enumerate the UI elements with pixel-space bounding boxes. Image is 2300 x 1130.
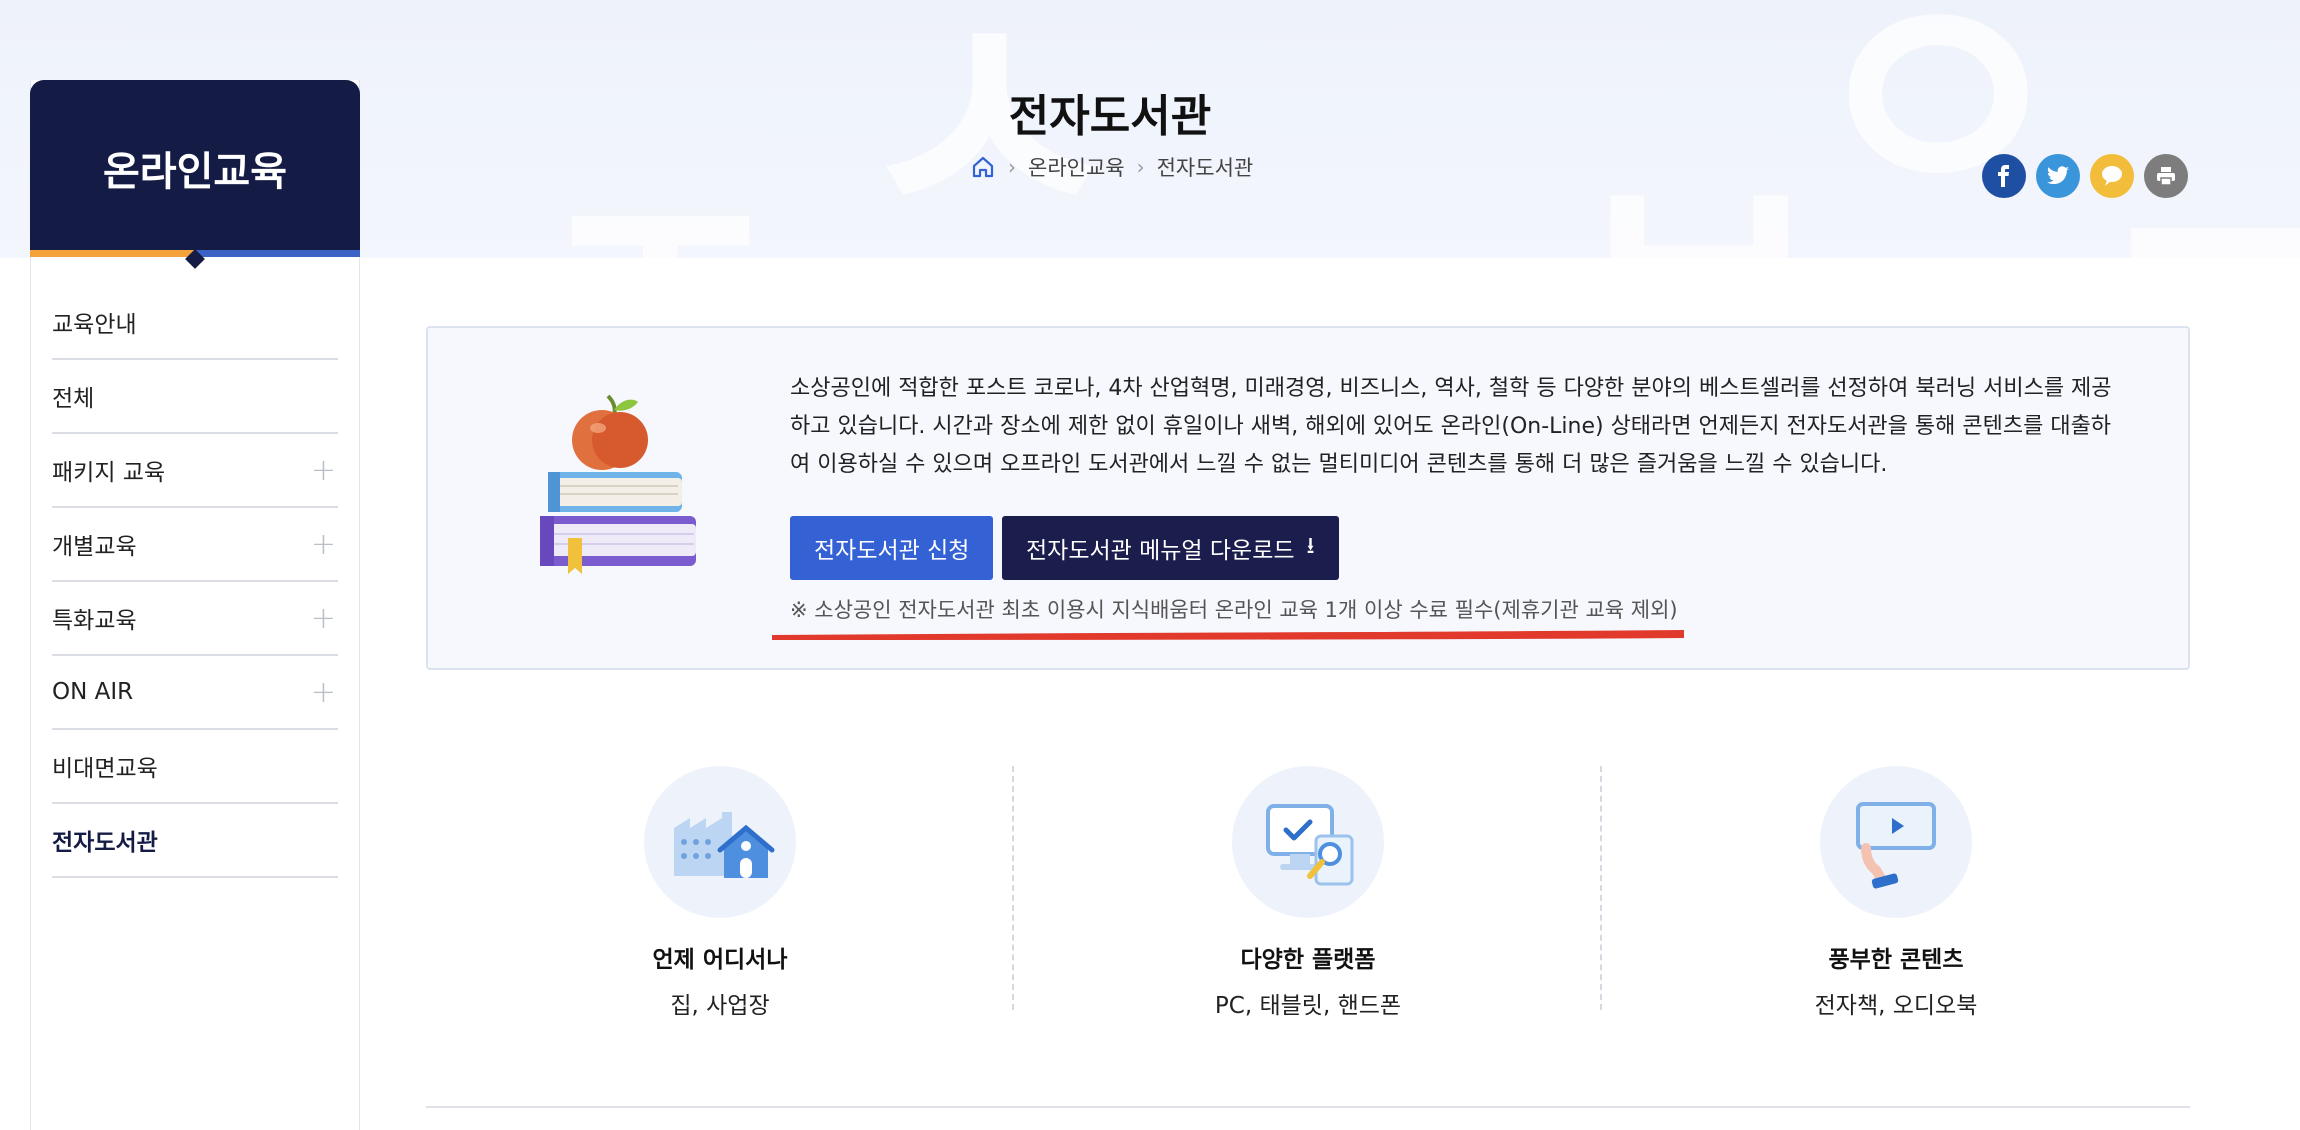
breadcrumb-item-current[interactable]: 전자도서관	[1157, 152, 1254, 182]
sidebar-item-label: ON AIR	[52, 679, 134, 705]
sidebar-item-on-air[interactable]: ON AIR +	[52, 656, 338, 730]
kakaotalk-icon[interactable]	[2090, 154, 2134, 198]
apply-e-library-button[interactable]: 전자도서관 신청	[790, 516, 994, 580]
sidebar-header: 온라인교육	[30, 80, 360, 256]
sidebar-item-education-guide[interactable]: 교육안내	[52, 286, 338, 360]
sidebar-item-untact[interactable]: 비대면교육	[52, 730, 338, 804]
watermark-glyph: ㅂ	[1560, 40, 1836, 258]
plus-icon[interactable]: +	[311, 527, 336, 562]
video-screen-icon	[1820, 766, 1972, 918]
red-highlight-underline	[772, 630, 1684, 640]
divider	[1012, 766, 1014, 1010]
sidebar-menu: 교육안내 전체 패키지 교육 + 개별교육 + 특화교육 + ON AIR + …	[52, 286, 338, 878]
feature-title: 풍부한 콘텐츠	[1828, 947, 1964, 973]
monitor-search-icon	[1232, 766, 1384, 918]
plus-icon[interactable]: +	[311, 453, 336, 488]
sidebar-title: 온라인교육	[103, 149, 287, 195]
plus-icon[interactable]: +	[311, 601, 336, 636]
download-icon: ⭳	[1306, 532, 1315, 559]
feature-platforms: 다양한 플랫폼 PC, 태블릿, 핸드폰	[1108, 766, 1508, 1020]
plus-icon[interactable]: +	[311, 675, 336, 710]
facebook-icon[interactable]	[1982, 154, 2026, 198]
section-divider	[426, 1106, 2190, 1108]
chevron-right-icon: ›	[1008, 155, 1016, 179]
sidebar-item-label: 전자도서관	[52, 830, 158, 856]
intro-box: 소상공인에 적합한 포스트 코로나, 4차 산업혁명, 미래경영, 비즈니스, …	[426, 326, 2190, 670]
sidebar-item-specialized[interactable]: 특화교육 +	[52, 582, 338, 656]
feature-content: 풍부한 콘텐츠 전자책, 오디오북	[1696, 766, 2096, 1020]
divider	[1600, 766, 1602, 1010]
feature-title: 언제 어디서나	[652, 947, 788, 973]
sidebar-item-package[interactable]: 패키지 교육 +	[52, 434, 338, 508]
apply-button-label: 전자도서관 신청	[814, 538, 970, 564]
manual-download-button[interactable]: 전자도서관 메뉴얼 다운로드 ⭳	[1002, 516, 1339, 580]
sidebar-item-label: 전체	[52, 386, 95, 412]
books-apple-icon	[538, 388, 698, 578]
usage-note: ※ 소상공인 전자도서관 최초 이용시 지식배움터 온라인 교육 1개 이상 수…	[790, 598, 1678, 622]
manual-button-label: 전자도서관 메뉴얼 다운로드	[1026, 538, 1295, 564]
feature-subtitle: 전자책, 오디오북	[1814, 993, 1978, 1019]
breadcrumb: › 온라인교육 › 전자도서관	[970, 152, 1253, 182]
sidebar-item-label: 교육안내	[52, 312, 137, 338]
sidebar-item-label: 특화교육	[52, 608, 137, 634]
sidebar-item-label: 개별교육	[52, 534, 137, 560]
print-icon[interactable]	[2144, 154, 2188, 198]
factory-home-icon	[644, 766, 796, 918]
feature-subtitle: PC, 태블릿, 핸드폰	[1214, 993, 1402, 1019]
feature-anywhere: 언제 어디서나 집, 사업장	[520, 766, 920, 1020]
home-icon[interactable]	[970, 154, 996, 180]
chevron-right-icon: ›	[1136, 155, 1145, 179]
breadcrumb-item[interactable]: 온라인교육	[1028, 152, 1125, 182]
share-buttons	[1982, 154, 2188, 198]
feature-subtitle: 집, 사업장	[670, 993, 770, 1019]
sidebar-item-all[interactable]: 전체	[52, 360, 338, 434]
sidebar-item-label: 패키지 교육	[52, 460, 166, 486]
sidebar-item-e-library[interactable]: 전자도서관	[52, 804, 338, 878]
intro-description: 소상공인에 적합한 포스트 코로나, 4차 산업혁명, 미래경영, 비즈니스, …	[790, 376, 2112, 477]
sidebar-item-label: 비대면교육	[52, 756, 158, 782]
twitter-icon[interactable]	[2036, 154, 2080, 198]
feature-title: 다양한 플랫폼	[1240, 947, 1376, 973]
sidebar-item-individual[interactable]: 개별교육 +	[52, 508, 338, 582]
